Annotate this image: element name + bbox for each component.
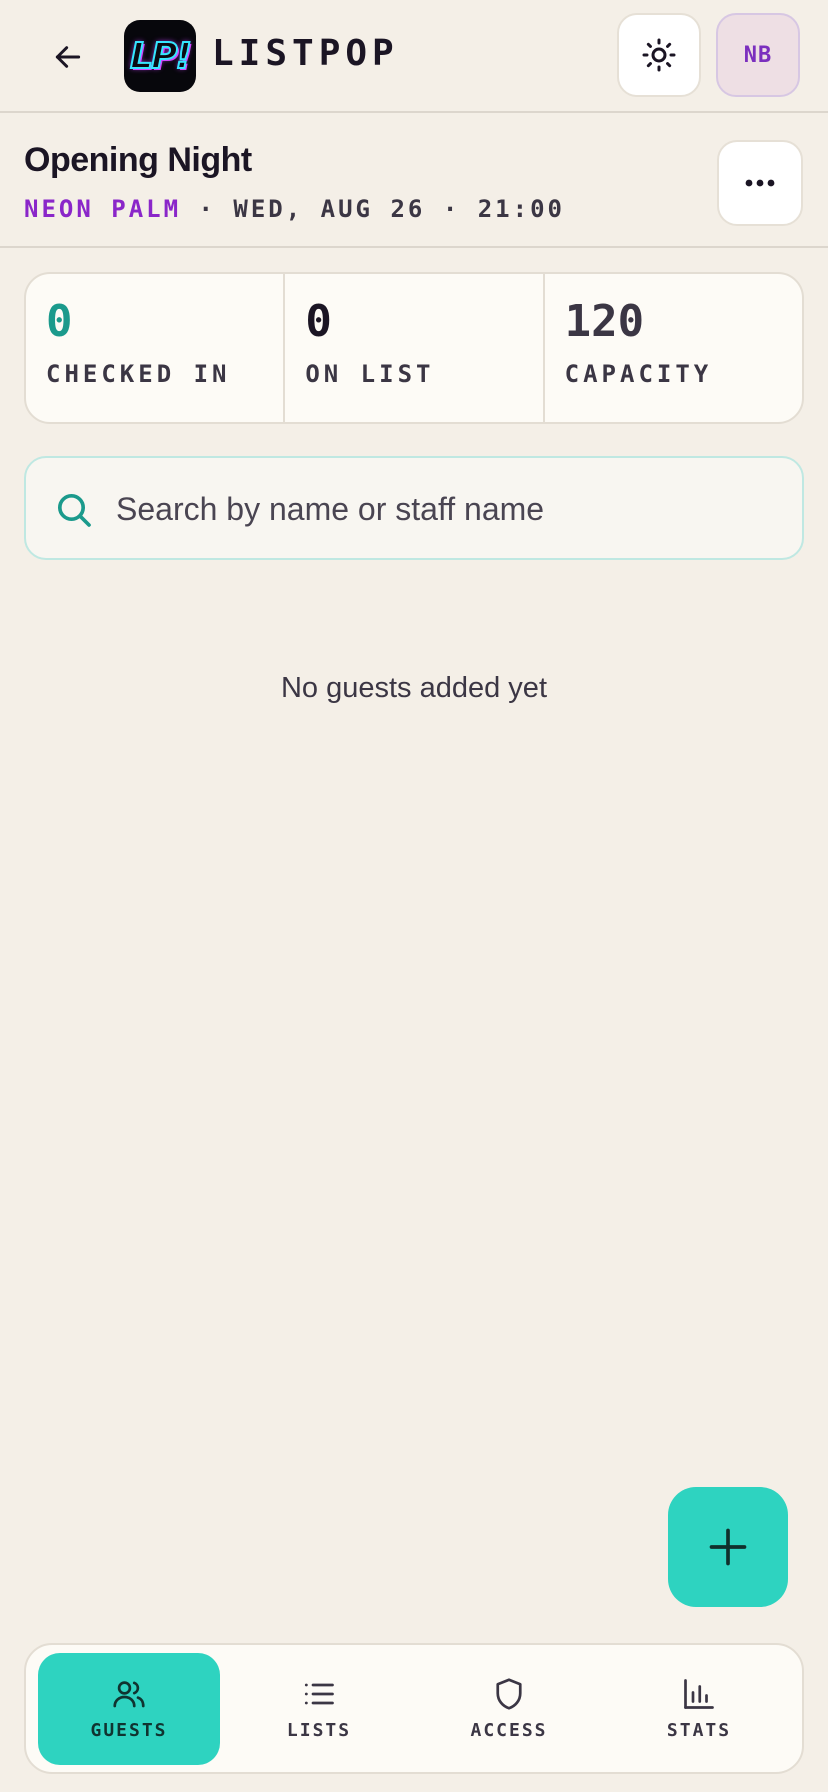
stat-on-list: 0 ON LIST [283, 274, 542, 422]
stat-checked-in: 0 CHECKED IN [26, 274, 283, 422]
users-icon [113, 1681, 145, 1708]
meta-separator: · [198, 195, 216, 223]
stat-label: ON LIST [305, 360, 435, 388]
meta-separator: · [442, 195, 461, 223]
app-logo: LP! [124, 20, 196, 92]
sun-icon [642, 38, 676, 72]
nav-label: LISTS [286, 1720, 352, 1741]
app-header: LP! LISTPOP NB [0, 0, 828, 113]
event-title: Opening Night [24, 141, 252, 179]
nav-item-lists[interactable]: LISTS [228, 1653, 410, 1765]
nav-item-stats[interactable]: STATS [608, 1653, 790, 1765]
avatar-button[interactable]: NB [716, 13, 800, 97]
nav-label: GUESTS [90, 1720, 168, 1741]
event-time: 21:00 [477, 195, 565, 223]
logo-text: LP! [129, 35, 193, 78]
nav-label: ACCESS [470, 1720, 548, 1741]
add-guest-button[interactable] [668, 1487, 788, 1607]
search-icon [58, 494, 91, 527]
stat-capacity: 120 CAPACITY [542, 274, 802, 422]
more-options-button[interactable] [717, 140, 803, 226]
event-info-bar: Opening Night NEON PALM · WED, AUG 26 · … [0, 113, 828, 248]
nav-item-guests[interactable]: GUESTS [38, 1652, 220, 1765]
shield-icon [496, 1678, 522, 1710]
stat-value: 120 [564, 296, 645, 347]
nav-label: STATS [666, 1720, 732, 1741]
back-button[interactable] [44, 33, 92, 81]
avatar-initials: NB [743, 42, 773, 68]
stat-value: 0 [46, 296, 73, 347]
bar-chart-icon [684, 1679, 714, 1709]
more-horizontal-icon [745, 179, 775, 187]
empty-state-message: No guests added yet [280, 672, 547, 704]
stat-value: 0 [305, 296, 332, 347]
stat-label: CAPACITY [564, 360, 713, 388]
event-venue: NEON PALM [24, 195, 182, 223]
search-input[interactable] [114, 478, 778, 540]
bottom-navigation: GUESTS LISTS ACCESS STATS [24, 1643, 804, 1774]
list-icon [304, 1683, 334, 1705]
stats-card: 0 CHECKED IN 0 ON LIST 120 CAPACITY [24, 272, 804, 424]
stat-label: CHECKED IN [46, 360, 231, 388]
event-meta: NEON PALM · WED, AUG 26 · 21:00 [24, 195, 565, 223]
plus-icon [709, 1528, 747, 1566]
brand-name: LISTPOP [212, 33, 399, 74]
nav-item-access[interactable]: ACCESS [418, 1653, 600, 1765]
theme-toggle-button[interactable] [617, 13, 701, 97]
search-box[interactable] [24, 456, 804, 560]
arrow-left-icon [55, 46, 81, 68]
event-date: WED, AUG 26 [233, 195, 426, 223]
